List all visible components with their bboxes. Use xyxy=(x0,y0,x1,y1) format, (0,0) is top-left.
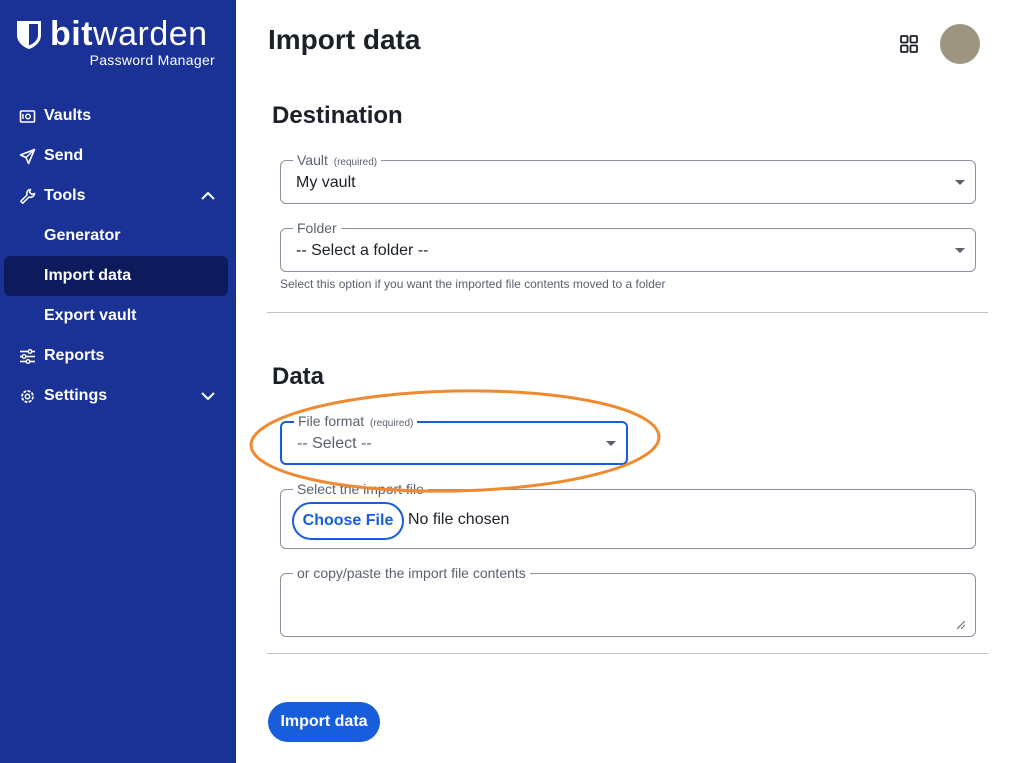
destination-heading: Destination xyxy=(272,102,403,129)
chevron-down-icon[interactable] xyxy=(200,390,216,402)
dropdown-arrow-icon xyxy=(955,180,965,185)
folder-select[interactable]: Folder -- Select a folder -- xyxy=(280,220,976,272)
bitwarden-logo[interactable]: bitwarden Password Manager xyxy=(16,15,221,72)
file-format-select-value: -- Select -- xyxy=(297,435,372,452)
data-heading: Data xyxy=(272,363,325,390)
product-switcher-icon[interactable] xyxy=(900,35,918,53)
import-contents-field-label: or copy/paste the import file contents xyxy=(293,565,530,581)
sidebar-item-label: Send xyxy=(44,147,84,164)
sidebar-item-tools[interactable]: Tools xyxy=(0,176,236,216)
page-title: Import data xyxy=(268,24,421,55)
file-format-select[interactable]: File format (required) -- Select -- xyxy=(280,413,628,465)
wrench-icon xyxy=(20,188,36,204)
sidebar-item-label: Vaults xyxy=(44,107,92,124)
vault-select-value: My vault xyxy=(296,174,356,191)
folder-hint: Select this option if you want the impor… xyxy=(280,277,666,291)
import-file-field: Select the import file Choose File No fi… xyxy=(280,481,976,549)
chevron-up-icon[interactable] xyxy=(200,190,216,202)
sidebar-item-label: Generator xyxy=(44,227,121,244)
vault-icon xyxy=(19,110,36,123)
vault-field-label: Vault (required) xyxy=(293,152,382,168)
import-file-field-label: Select the import file xyxy=(293,481,428,497)
import-contents-textarea[interactable]: or copy/paste the import file contents xyxy=(280,565,976,637)
sidebar-item-generator[interactable]: Generator xyxy=(0,216,236,256)
sidebar-item-settings[interactable]: Settings xyxy=(0,376,236,416)
sidebar-item-label: Settings xyxy=(44,387,108,404)
avatar[interactable] xyxy=(940,24,980,64)
sidebar-item-reports[interactable]: Reports xyxy=(0,336,236,376)
sidebar-item-send[interactable]: Send xyxy=(0,136,236,176)
folder-select-value: -- Select a folder -- xyxy=(296,242,429,259)
file-status-text: No file chosen xyxy=(408,511,510,528)
import-data-button[interactable]: Import data xyxy=(268,702,380,742)
brand-wordmark: bitwarden xyxy=(50,15,208,53)
shield-logo-icon xyxy=(17,21,41,49)
vault-select[interactable]: Vault (required) My vault xyxy=(280,152,976,204)
sidebar-item-export-vault[interactable]: Export vault xyxy=(0,296,236,336)
send-icon xyxy=(19,148,36,165)
file-format-field-label: File format (required) xyxy=(294,413,418,429)
sidebar-item-import-data[interactable]: Import data xyxy=(4,256,228,296)
sidebar-item-label: Tools xyxy=(44,187,86,204)
resize-handle-icon[interactable] xyxy=(957,621,965,629)
dropdown-arrow-icon xyxy=(955,248,965,253)
brand-subtitle: Password Manager xyxy=(89,52,215,68)
sidebar-item-vaults[interactable]: Vaults xyxy=(0,96,236,136)
dropdown-arrow-icon xyxy=(606,441,616,446)
section-divider xyxy=(267,653,988,654)
section-divider xyxy=(267,312,988,313)
sidebar-item-label: Import data xyxy=(44,267,132,284)
choose-file-button[interactable]: Choose File xyxy=(292,502,404,540)
sidebar-nav: Vaults Send Tools Generator Import data … xyxy=(0,96,236,416)
sliders-icon xyxy=(20,349,35,364)
folder-field-label: Folder xyxy=(293,220,341,236)
sidebar: bitwarden Password Manager Vaults Send T… xyxy=(0,0,236,763)
gear-icon xyxy=(21,390,34,403)
sidebar-item-label: Export vault xyxy=(44,307,137,324)
sidebar-item-label: Reports xyxy=(44,347,105,364)
